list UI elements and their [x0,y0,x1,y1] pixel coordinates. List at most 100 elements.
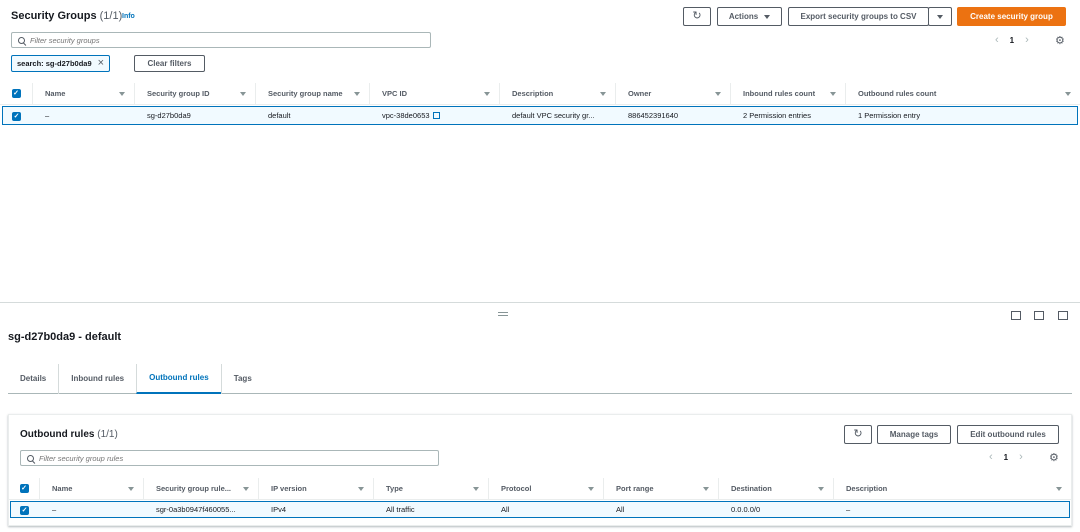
tab-tags[interactable]: Tags [220,363,264,394]
sort-icon [240,91,246,96]
row-select[interactable]: ✓ [11,505,40,515]
detail-title: sg-d27b0da9 - default [8,331,122,343]
column-header-description[interactable]: Description [499,83,615,104]
cell-sg-id[interactable]: sg-d27b0da9 [135,111,256,120]
sort-icon [354,91,360,96]
cell-sg-name: default [268,111,291,120]
column-header-name[interactable]: Name [39,478,143,499]
title-text: Security Groups [11,10,97,22]
pagination: ‹ 1 › [995,34,1029,46]
panel-side-icon[interactable] [1034,311,1044,320]
column-label: Protocol [501,484,532,493]
column-header-inbound[interactable]: Inbound rules count [730,83,845,104]
outbound-title: Outbound rules (1/1) [20,429,118,440]
column-header-sg-name[interactable]: Security group name [255,83,369,104]
column-header-name[interactable]: Name [32,83,134,104]
filter-token[interactable]: search: sg-d27b0da9 × [11,55,111,72]
refresh-button[interactable]: ↻ [683,7,711,26]
actions-label: Actions [728,12,759,21]
select-all-checkbox[interactable]: ✓ [11,89,21,98]
filter-rules-search[interactable] [20,450,439,466]
column-label: VPC ID [382,89,408,98]
column-header-destination[interactable]: Destination [718,478,833,499]
sort-icon [119,91,125,96]
manage-tags-button[interactable]: Manage tags [877,425,951,444]
sort-icon [703,486,709,491]
select-all-checkbox[interactable]: ✓ [19,484,29,493]
resize-handle[interactable] [498,312,508,316]
gear-icon[interactable]: ⚙ [1049,451,1059,464]
tab-outbound-rules[interactable]: Outbound rules [136,363,221,394]
cell-destination: 0.0.0.0/0 [731,505,761,514]
cell-description: default VPC security gr... [512,111,595,120]
column-label: Name [45,89,66,98]
sort-icon [1065,91,1071,96]
refresh-rules-button[interactable]: ↻ [844,425,872,444]
detail-tabs: Details Inbound rules Outbound rules Tag… [8,363,1072,394]
clear-filters-button[interactable]: Clear filters [134,55,205,72]
cell-vpc-id[interactable]: vpc-38de0653 [370,111,500,120]
chevron-right-icon[interactable]: › [1025,34,1029,46]
create-security-group-button[interactable]: Create security group [957,7,1066,26]
refresh-icon: ↻ [853,428,863,440]
column-header-type[interactable]: Type [373,478,488,499]
table-row[interactable]: ✓ – sgr-0a3b0947f460055... IPv4 All traf… [10,501,1070,518]
close-icon[interactable]: × [98,58,104,69]
edit-outbound-label: Edit outbound rules [970,430,1046,439]
outbound-rules-container: Outbound rules (1/1) ↻ Manage tags Edit … [8,414,1072,526]
filter-token-label: search: sg-d27b0da9 [17,59,92,68]
column-header-protocol[interactable]: Protocol [488,478,603,499]
column-label: Name [52,484,73,493]
column-header-rule-id[interactable]: Security group rule... [143,478,258,499]
export-csv-button[interactable]: Export security groups to CSV [788,7,929,26]
column-header-ip-version[interactable]: IP version [258,478,373,499]
sort-icon [358,486,364,491]
cell-description: – [846,505,851,514]
column-label: Destination [731,484,772,493]
column-header-description[interactable]: Description [833,478,1071,499]
column-label: IP version [271,484,307,493]
edit-outbound-rules-button[interactable]: Edit outbound rules [957,425,1059,444]
column-header-vpc-id[interactable]: VPC ID [369,83,499,104]
sort-icon [484,91,490,96]
sort-icon [1056,486,1062,491]
chevron-left-icon[interactable]: ‹ [989,451,993,463]
filter-security-groups[interactable] [11,32,431,48]
column-label: Outbound rules count [858,89,937,98]
search-input[interactable] [30,35,401,45]
split-divider [0,302,1080,303]
info-link[interactable]: Info [122,13,135,20]
outbound-count: (1/1) [97,429,118,440]
page-number[interactable]: 1 [1010,36,1014,45]
column-header-sg-id[interactable]: Security group ID [134,83,255,104]
security-groups-panel: Security Groups (1/1) Info ↻ Actions Exp… [0,0,1080,302]
actions-button[interactable]: Actions [717,7,782,26]
row-checkbox[interactable]: ✓ [12,111,21,121]
panel-full-icon[interactable] [1058,311,1068,320]
select-all-column[interactable]: ✓ [9,478,39,499]
panel-bottom-icon[interactable] [1011,311,1021,320]
page-number[interactable]: 1 [1004,453,1008,462]
title-count: (1/1) [99,10,123,22]
export-dropdown-button[interactable] [928,7,952,26]
column-label: Owner [628,89,652,98]
chevron-right-icon[interactable]: › [1019,451,1023,463]
column-header-owner[interactable]: Owner [615,83,730,104]
table-row[interactable]: ✓ – sg-d27b0da9 default vpc-38de0653 def… [2,106,1078,125]
search-icon [18,36,25,44]
chevron-left-icon[interactable]: ‹ [995,34,999,46]
clear-filters-label: Clear filters [147,59,192,68]
column-header-outbound[interactable]: Outbound rules count [845,83,1080,104]
gear-icon[interactable]: ⚙ [1055,34,1065,47]
row-select[interactable]: ✓ [3,111,33,121]
column-label: Description [512,89,554,98]
column-header-port-range[interactable]: Port range [603,478,718,499]
cell-protocol: All [501,505,510,514]
row-checkbox[interactable]: ✓ [20,505,29,515]
rules-search-input[interactable] [39,453,409,463]
tab-details[interactable]: Details [8,364,58,394]
select-all-column[interactable]: ✓ [0,83,32,104]
search-icon [27,454,34,462]
vpc-link[interactable]: vpc-38de0653 [382,111,430,120]
tab-inbound-rules[interactable]: Inbound rules [58,363,136,394]
